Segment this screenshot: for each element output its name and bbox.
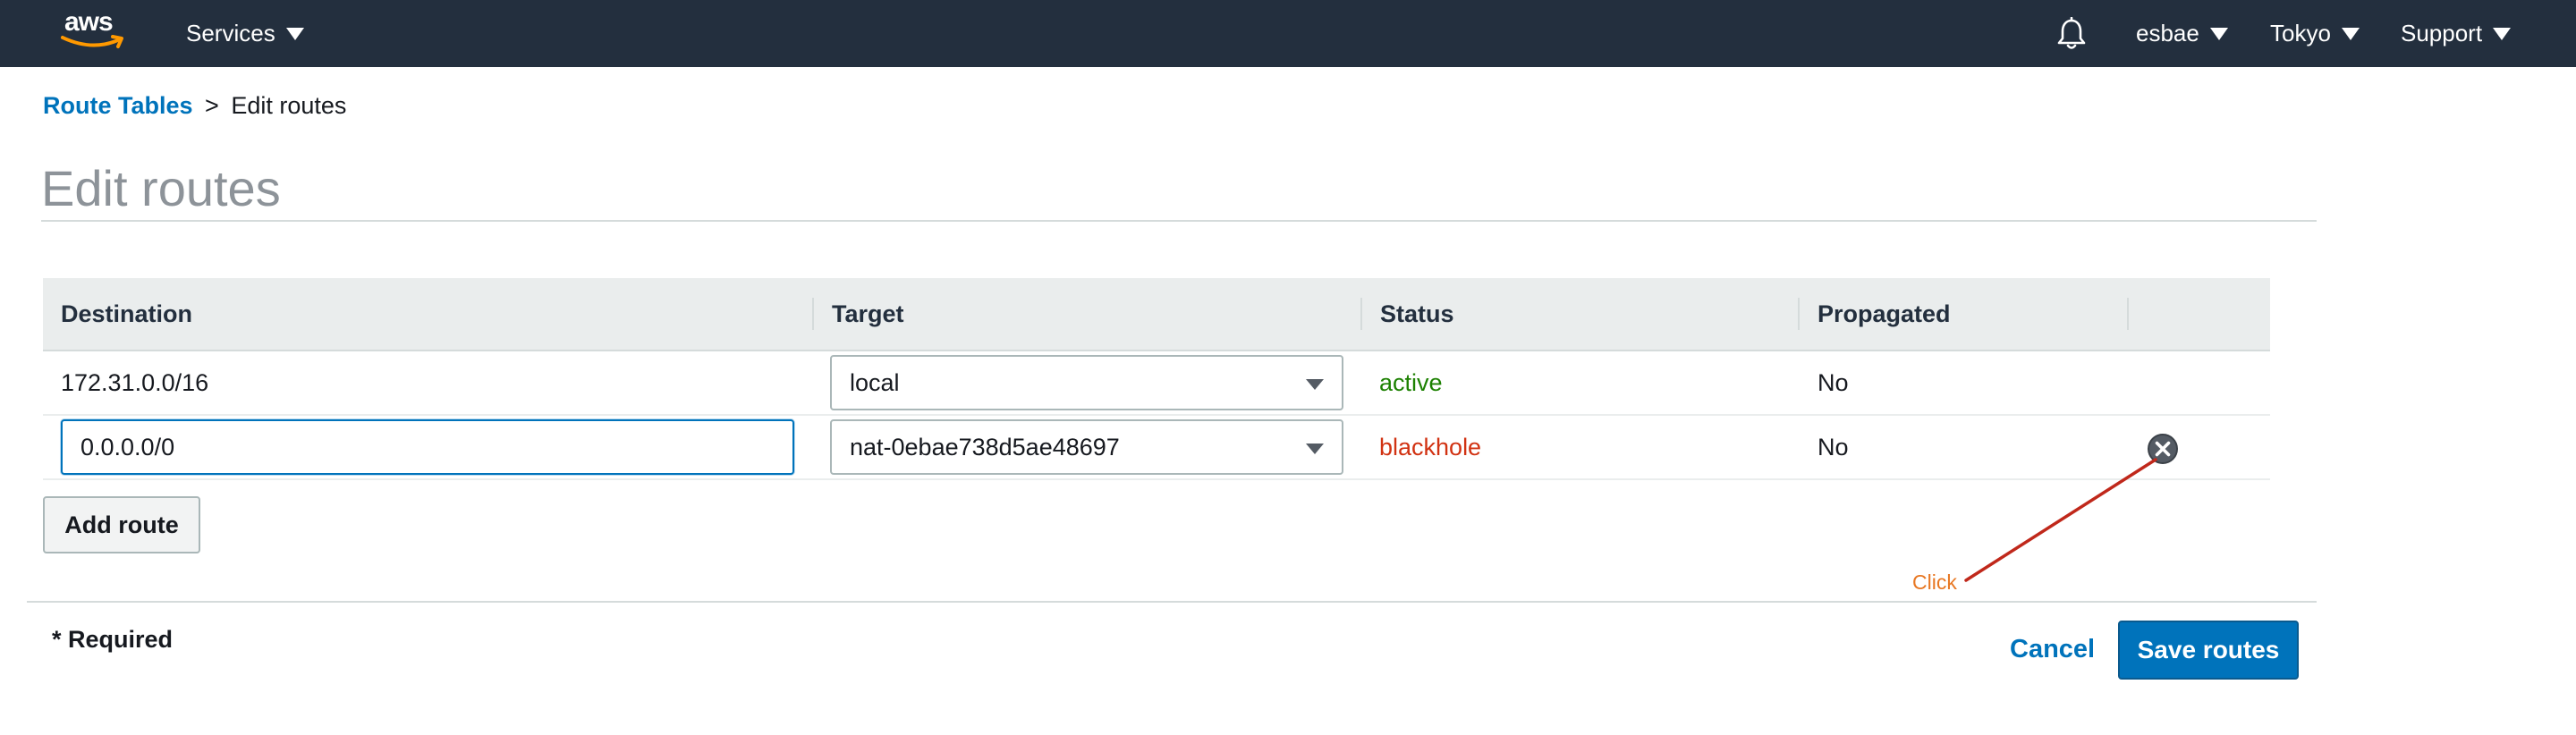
services-menu[interactable]: Services (186, 0, 304, 67)
caret-down-icon (1306, 379, 1324, 390)
destination-value: 172.31.0.0/16 (61, 368, 209, 396)
target-select-value: local (850, 368, 900, 396)
save-routes-button[interactable]: Save routes (2118, 621, 2299, 680)
status-badge: blackhole (1379, 433, 1482, 460)
account-menu[interactable]: esbae (2136, 0, 2228, 67)
chevron-down-icon (2209, 27, 2228, 40)
table-header: Destination Target Status Propagated (43, 278, 2270, 351)
notifications-button[interactable] (2054, 0, 2089, 67)
propagated-value: No (1818, 433, 1849, 460)
column-divider (2127, 298, 2129, 330)
table-row: nat-0ebae738d5ae48697 blackhole No (43, 416, 2270, 480)
title-divider (41, 220, 2317, 222)
remove-circle-x-icon (2148, 434, 2178, 464)
column-header-destination: Destination (61, 300, 193, 327)
aws-smile-icon (61, 35, 123, 48)
column-header-target: Target (832, 300, 904, 327)
breadcrumb-route-tables-link[interactable]: Route Tables (43, 92, 193, 119)
aws-logo[interactable]: aws (61, 7, 132, 57)
chevron-down-icon (2341, 27, 2360, 40)
cancel-button[interactable]: Cancel (2010, 635, 2095, 664)
footer-divider (27, 601, 2317, 603)
propagated-value: No (1818, 368, 1849, 396)
aws-logo-text: aws (64, 7, 114, 37)
breadcrumb: Route Tables > Edit routes (43, 90, 346, 121)
column-header-propagated: Propagated (1818, 300, 1951, 327)
top-navigation-bar: aws Services esbae Tokyo Support (0, 0, 2576, 67)
services-label: Services (186, 20, 275, 46)
target-select[interactable]: nat-0ebae738d5ae48697 (830, 419, 1343, 475)
bell-icon (2057, 16, 2086, 49)
support-label: Support (2401, 20, 2483, 46)
annotation-label: Click (1912, 570, 1957, 594)
support-menu[interactable]: Support (2401, 0, 2512, 67)
page-title: Edit routes (41, 160, 281, 216)
status-badge: active (1379, 368, 1443, 396)
account-label: esbae (2136, 20, 2199, 46)
destination-input[interactable] (61, 419, 794, 475)
column-header-status: Status (1380, 300, 1454, 327)
breadcrumb-separator: > (205, 92, 219, 119)
target-select[interactable]: local (830, 355, 1343, 410)
routes-table: Destination Target Status Propagated 172… (43, 278, 2270, 480)
caret-down-icon (1306, 444, 1324, 454)
table-row: 172.31.0.0/16 local active No (43, 351, 2270, 416)
region-menu[interactable]: Tokyo (2270, 0, 2360, 67)
chevron-down-icon (2493, 27, 2512, 40)
region-label: Tokyo (2270, 20, 2331, 46)
target-select-value: nat-0ebae738d5ae48697 (850, 433, 1120, 460)
remove-route-button[interactable] (2147, 433, 2179, 465)
chevron-down-icon (285, 27, 304, 40)
required-note: * Required (52, 626, 174, 653)
add-route-button[interactable]: Add route (43, 496, 200, 553)
breadcrumb-current: Edit routes (231, 92, 347, 119)
